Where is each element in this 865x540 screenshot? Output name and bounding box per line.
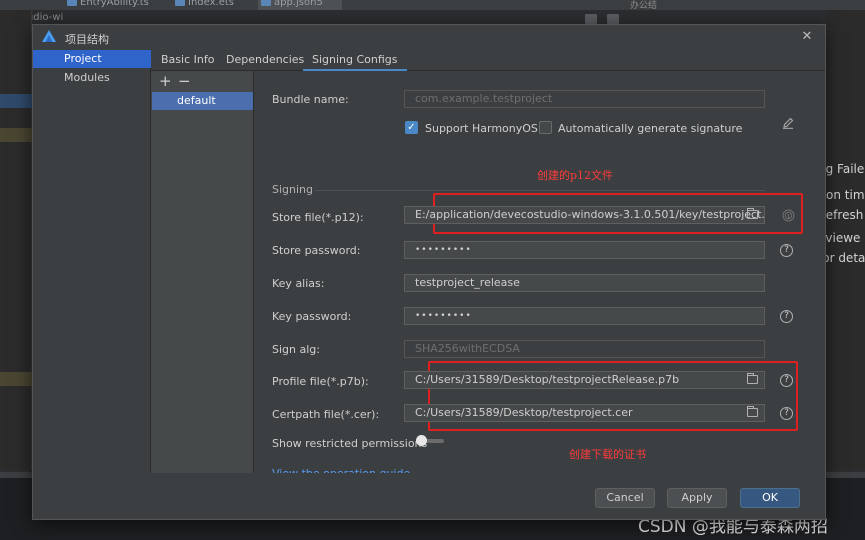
ide-highlight-row	[0, 372, 32, 386]
ide-project-panel	[0, 10, 32, 470]
ide-tab-index[interactable]: Index.ets	[172, 0, 244, 10]
folder-icon[interactable]	[747, 208, 758, 219]
bundle-name-label: Bundle name:	[272, 93, 349, 106]
support-harmonyos-checkbox[interactable]: ✓	[405, 121, 418, 134]
ide-tab-bar: EntryAbility.ts Index.ets app.json5 办公结	[0, 0, 865, 11]
certpath-file-value: C:/Users/31589/Desktop/testproject.cer	[415, 406, 633, 419]
store-file-label: Store file(*.p12):	[272, 211, 364, 224]
certpath-file-label: Certpath file(*.cer):	[272, 408, 380, 421]
folder-icon[interactable]	[747, 373, 758, 384]
store-password-label: Store password:	[272, 244, 361, 257]
dialog-title-bar: 项目结构 ✕	[33, 25, 825, 49]
key-alias-field[interactable]: testproject_release	[404, 274, 765, 292]
show-restricted-label: Show restricted permissions	[272, 437, 428, 450]
sign-alg-field[interactable]: SHA256withECDSA	[404, 340, 765, 358]
folder-icon[interactable]	[747, 406, 758, 417]
project-structure-dialog: 项目结构 ✕ Project Modules Basic Info Depend…	[32, 24, 826, 520]
key-alias-label: Key alias:	[272, 277, 325, 290]
profile-file-value: C:/Users/31589/Desktop/testprojectReleas…	[415, 373, 680, 386]
cancel-button[interactable]: Cancel	[595, 488, 655, 508]
deveco-logo-icon	[42, 30, 56, 42]
help-icon[interactable]: ?	[780, 310, 793, 323]
file-icon	[261, 0, 271, 6]
tab-signing-configs[interactable]: Signing Configs	[303, 49, 407, 71]
close-icon[interactable]: ✕	[799, 29, 815, 45]
ok-button[interactable]: OK	[740, 488, 800, 508]
dialog-title: 项目结构	[65, 33, 109, 46]
help-icon[interactable]: ?	[780, 374, 793, 387]
ide-top-right-text: 办公结	[630, 1, 658, 11]
ide-highlight-row	[0, 128, 32, 142]
tab-basic-info[interactable]: Basic Info	[161, 49, 214, 71]
show-restricted-toggle[interactable]	[416, 435, 444, 446]
profile-file-label: Profile file(*.p7b):	[272, 375, 369, 388]
edit-icon[interactable]	[782, 117, 794, 129]
key-password-label: Key password:	[272, 310, 352, 323]
profile-file-field[interactable]: C:/Users/31589/Desktop/testprojectReleas…	[404, 371, 765, 389]
key-password-field[interactable]: •••••••••	[404, 307, 765, 325]
remove-config-button[interactable]: −	[178, 74, 191, 89]
sidebar-item-project[interactable]: Project	[33, 50, 151, 68]
config-list-panel: + − default	[151, 71, 254, 473]
apply-button[interactable]: Apply	[667, 488, 727, 508]
annotation-p12: 创建的p12文件	[537, 169, 614, 182]
certpath-file-field[interactable]: C:/Users/31589/Desktop/testproject.cer	[404, 404, 765, 422]
signing-section-title: Signing	[272, 183, 314, 196]
bundle-name-field[interactable]: com.example.testproject	[404, 90, 765, 108]
help-icon[interactable]: ?	[780, 244, 793, 257]
dialog-footer: Cancel Apply OK	[33, 473, 825, 519]
sign-alg-label: Sign alg:	[272, 343, 320, 356]
store-file-field[interactable]: E:/application/devecostudio-windows-3.1.…	[404, 206, 765, 224]
support-harmonyos-label: Support HarmonyOS	[425, 122, 538, 135]
auto-signature-label: Automatically generate signature	[558, 122, 743, 135]
add-config-button[interactable]: +	[159, 74, 172, 89]
sidebar-item-modules[interactable]: Modules	[33, 69, 151, 87]
store-password-field[interactable]: •••••••••	[404, 241, 765, 259]
ide-tab-app-json5[interactable]: app.json5	[258, 0, 342, 10]
section-divider	[315, 190, 765, 191]
file-icon	[67, 0, 77, 6]
list-item-default[interactable]: default	[152, 92, 253, 110]
annotation-cert: 创建下载的证书	[569, 448, 646, 461]
file-icon	[175, 0, 185, 6]
ide-menu-icon[interactable]	[585, 14, 597, 24]
ide-tab-entryability[interactable]: EntryAbility.ts	[64, 0, 156, 10]
ide-image-icon[interactable]	[607, 14, 619, 24]
ide-selected-row	[0, 94, 32, 108]
signing-configs-form: Bundle name: com.example.testproject ✓ S…	[255, 71, 825, 480]
store-file-value: E:/application/devecostudio-windows-3.1.…	[415, 208, 765, 221]
dialog-tabs: Basic Info Dependencies Signing Configs	[151, 49, 825, 71]
dialog-sidebar: Project Modules	[33, 49, 151, 473]
fingerprint-icon[interactable]	[782, 209, 795, 222]
auto-signature-checkbox[interactable]	[539, 121, 552, 134]
tab-dependencies[interactable]: Dependencies	[226, 49, 304, 71]
help-icon[interactable]: ?	[780, 407, 793, 420]
